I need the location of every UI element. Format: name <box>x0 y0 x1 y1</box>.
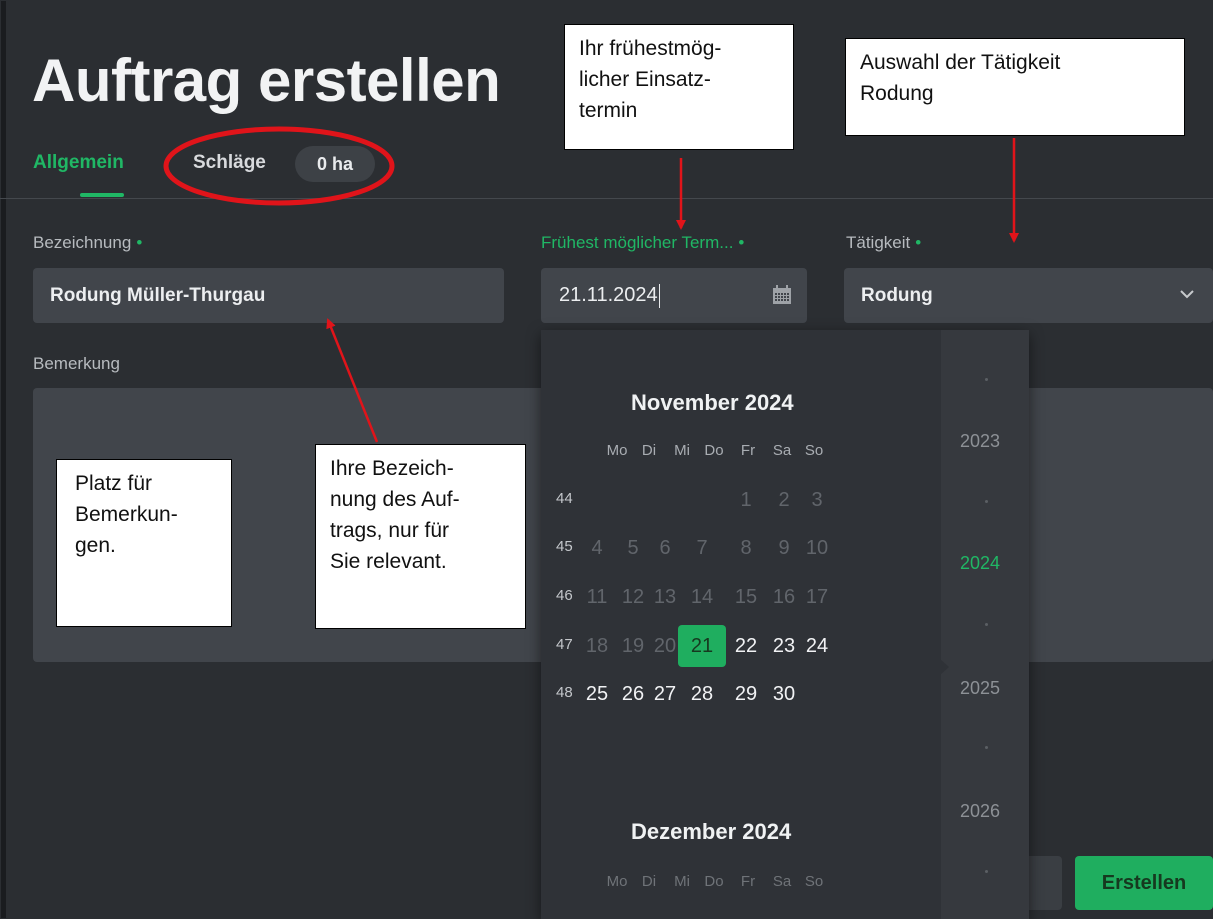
current-year-pointer <box>940 659 949 675</box>
year-separator-dot <box>985 870 988 873</box>
weekday-header: Do <box>704 873 724 890</box>
activity-value: Rodung <box>861 285 933 306</box>
required-indicator: • <box>136 233 143 252</box>
activity-select[interactable]: Rodung <box>844 268 1213 323</box>
active-tab-indicator <box>80 193 124 197</box>
tab-plots[interactable]: Schläge <box>193 152 266 174</box>
date-value: 21.11.2024 <box>559 284 658 306</box>
year-option[interactable]: 2026 <box>960 801 1020 822</box>
name-label: Bezeichnung • <box>33 233 143 252</box>
remark-label: Bemerkung <box>33 354 120 373</box>
tab-general[interactable]: Allgemein <box>33 152 124 174</box>
weekday-header: Sa <box>772 442 792 459</box>
annotation-name: Ihre Bezeich- nung des Auf- trags, nur f… <box>315 444 526 629</box>
required-indicator: • <box>738 233 745 252</box>
calendar-day[interactable]: 30 <box>760 673 808 715</box>
year-separator-dot <box>985 378 988 381</box>
month-title: November 2024 <box>631 390 794 415</box>
annotation-activity: Auswahl der Tätigkeit Rodung <box>845 38 1185 136</box>
calendar-day[interactable]: 7 <box>678 527 726 569</box>
tabs-divider <box>0 198 1213 199</box>
month-title: Dezember 2024 <box>631 819 792 844</box>
year-separator-dot <box>985 746 988 749</box>
name-field[interactable]: Rodung Müller-Thurgau <box>33 268 504 323</box>
annotation-remark: Platz für Bemerkun- gen. <box>56 459 232 627</box>
calendar-day[interactable]: 14 <box>678 576 726 618</box>
create-button[interactable]: Erstellen <box>1075 856 1213 910</box>
calendar-day[interactable]: 10 <box>793 527 841 569</box>
text-caret <box>658 283 660 308</box>
year-option[interactable]: 2023 <box>960 431 1020 452</box>
annotation-date: Ihr frühestmög- licher Einsatz- termin <box>564 24 794 150</box>
date-field[interactable]: 21.11.2024 <box>541 268 807 323</box>
calendar-day[interactable]: 24 <box>793 625 841 667</box>
weekday-header: So <box>804 873 824 890</box>
week-number: 44 <box>556 490 573 507</box>
page-title: Auftrag erstellen <box>32 47 501 114</box>
calendar-day[interactable]: 28 <box>678 673 726 715</box>
calendar-day[interactable]: 17 <box>793 576 841 618</box>
weekday-header: Mi <box>674 442 690 459</box>
year-option[interactable]: 2025 <box>960 678 1020 699</box>
weekday-header: Do <box>704 442 724 459</box>
plots-area-badge: 0 ha <box>295 146 375 182</box>
weekday-header: Mi <box>674 873 690 890</box>
weekday-header: Mo <box>606 873 628 890</box>
weekday-header: Mo <box>606 442 628 459</box>
required-indicator: • <box>915 233 922 252</box>
calendar-icon[interactable] <box>772 285 792 305</box>
weekday-header: So <box>804 442 824 459</box>
weekday-header: Di <box>641 442 657 459</box>
calendar-day-selected[interactable]: 21 <box>678 625 726 667</box>
date-label: Frühest möglicher Term... • <box>541 233 745 252</box>
weekday-header: Sa <box>772 873 792 890</box>
activity-label: Tätigkeit • <box>846 233 922 252</box>
calendar-day[interactable]: 3 <box>793 479 841 521</box>
year-option[interactable]: 2024 <box>960 553 1020 574</box>
weekday-header: Fr <box>740 442 756 459</box>
chevron-down-icon[interactable] <box>1179 286 1195 302</box>
weekday-header: Fr <box>740 873 756 890</box>
weekday-header: Di <box>641 873 657 890</box>
year-separator-dot <box>985 500 988 503</box>
year-separator-dot <box>985 623 988 626</box>
